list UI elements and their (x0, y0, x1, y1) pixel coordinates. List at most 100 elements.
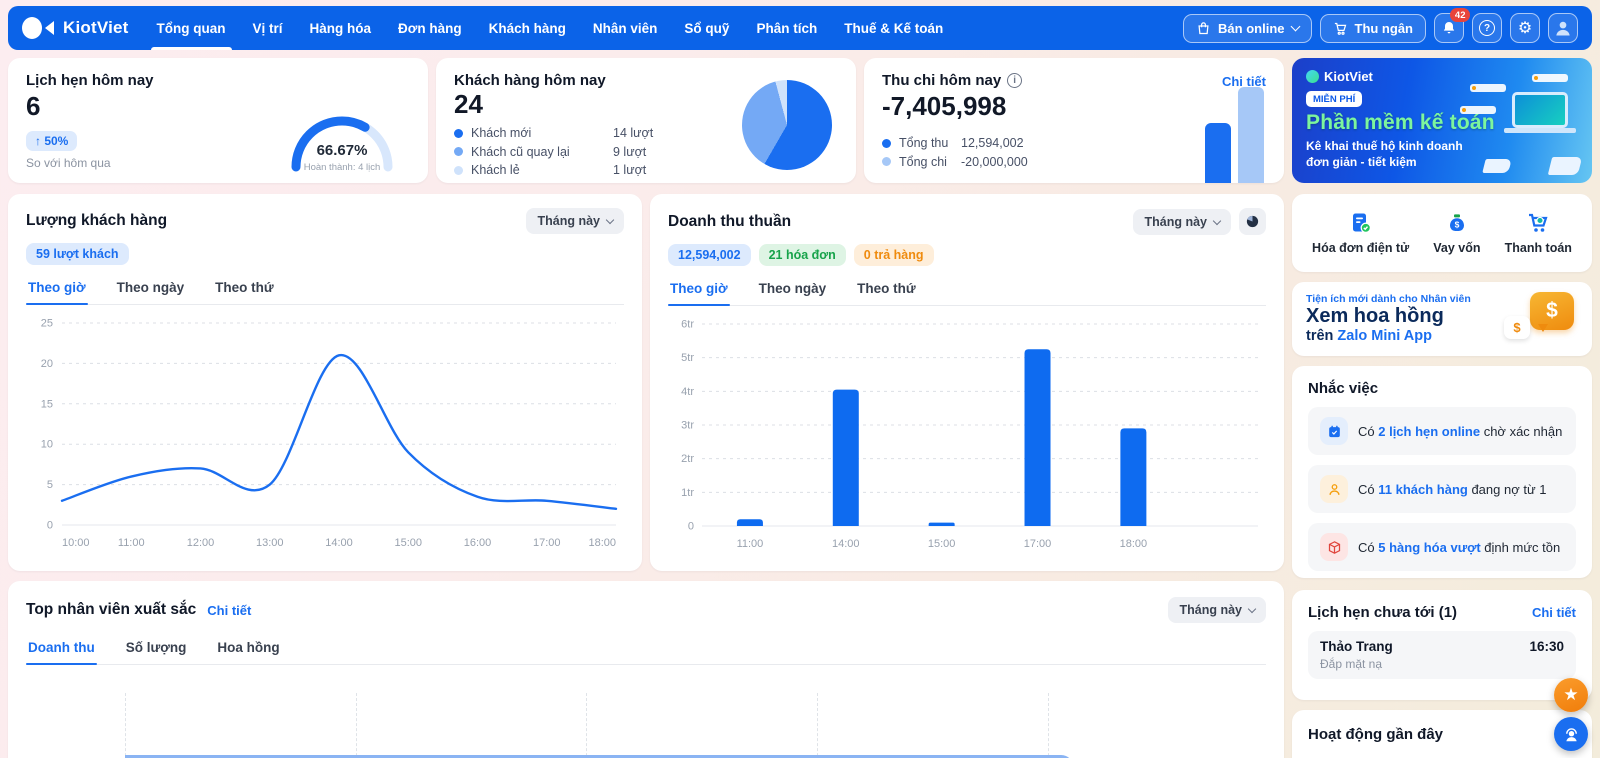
upcoming-detail-link[interactable]: Chi tiết (1532, 605, 1576, 620)
appointment-service: Đắp mặt nạ (1320, 657, 1383, 671)
pie-chart-icon (1246, 215, 1259, 228)
pie-view-toggle-button[interactable] (1239, 208, 1266, 235)
legend-value: 12,594,002 (961, 136, 1024, 150)
mini-bar (1205, 123, 1231, 183)
legend-label: Tổng thu (899, 136, 949, 150)
legend-dot (882, 138, 891, 148)
nav-item-hang-hoa[interactable]: Hàng hóa (310, 6, 372, 50)
notifications-button[interactable]: 42 (1434, 8, 1470, 43)
svg-text:3tr: 3tr (681, 420, 694, 432)
svg-text:18:00: 18:00 (588, 537, 616, 549)
cashflow-title: Thu chi hôm nay (882, 72, 1002, 89)
nav-item-khach-hang[interactable]: Khách hàng (489, 6, 566, 50)
calculator-illustration (1547, 157, 1583, 175)
reminder-text: đang nợ từ 1 (1467, 481, 1547, 497)
rewards-floating-button[interactable]: ★ (1554, 678, 1588, 712)
nav-item-tong-quan[interactable]: Tổng quan (150, 6, 232, 50)
nav-item-nhan-vien[interactable]: Nhân viên (593, 6, 658, 50)
nav-item-phan-tich[interactable]: Phân tích (756, 6, 817, 50)
svg-text:18:00: 18:00 (1120, 538, 1148, 550)
chevron-down-icon (1212, 216, 1222, 225)
svg-text:15:00: 15:00 (394, 537, 422, 549)
accounting-promo-banner[interactable]: KiotViet MIỄN PHÍ Phần mềm kế toán Kê kh… (1292, 58, 1592, 183)
reminder-customer-debt[interactable]: Có 11 khách hàng đang nợ từ 1 (1308, 465, 1576, 513)
reminder-link: 2 lịch hẹn online (1378, 423, 1481, 439)
support-agent-icon (1565, 727, 1577, 741)
cashflow-mini-bar-chart (1205, 83, 1264, 183)
appointments-title: Lịch hẹn hôm nay (26, 72, 154, 89)
money-bag-icon: $ (1449, 214, 1464, 231)
visitors-tabs: Theo giờ Theo ngày Theo thứ (26, 278, 624, 305)
ban-online-label: Bán online (1218, 20, 1285, 36)
svg-text:5tr: 5tr (681, 352, 694, 364)
thu-ngan-button[interactable]: Thu ngân (1319, 13, 1426, 43)
tab-hoa-hong[interactable]: Hoa hồng (215, 638, 281, 664)
revenue-amount-badge: 12,594,002 (668, 244, 751, 266)
visitors-period-dropdown[interactable]: Tháng này (526, 208, 624, 234)
main-nav: Tổng quan Vị trí Hàng hóa Đơn hàng Khách… (150, 6, 943, 50)
legend-dot (454, 147, 463, 156)
tab-so-luong[interactable]: Số lượng (124, 638, 189, 664)
revenue-period-dropdown[interactable]: Tháng này (1133, 208, 1231, 235)
tab-theo-ngay[interactable]: Theo ngày (115, 278, 187, 304)
gear-icon: ⚙ (1517, 20, 1533, 37)
account-button[interactable] (1548, 13, 1578, 43)
svg-text:14:00: 14:00 (325, 537, 353, 549)
top-staff-detail-link[interactable]: Chi tiết (207, 603, 251, 618)
reminder-stock-limit[interactable]: Có 5 hàng hóa vượt định mức tồn (1308, 523, 1576, 571)
reminders-card: Nhắc việc Có 2 lịch hẹn online chờ xác n… (1292, 366, 1592, 578)
kiotviet-mini-logo-icon (1306, 70, 1319, 83)
chevron-down-icon (1290, 21, 1300, 31)
settings-button[interactable]: ⚙ (1510, 13, 1540, 43)
legend-dot (454, 128, 463, 138)
appointment-item[interactable]: Thảo Trang 16:30 Đắp mặt nạ (1308, 631, 1576, 679)
top-staff-period-dropdown[interactable]: Tháng này (1168, 597, 1266, 623)
legend-label: Khách lẻ (471, 163, 520, 177)
tab-theo-gio[interactable]: Theo giờ (668, 279, 730, 306)
revenue-bar-chart: 0 1tr 2tr 3tr 4tr 5tr 6tr 11:00 14:00 15:00 17:00 1… (681, 319, 1258, 550)
header-actions: Bán online Thu ngân 42 ? ⚙ (1183, 8, 1578, 43)
nav-item-thue-ke-toan[interactable]: Thuế & Kế toán (844, 6, 943, 50)
svg-text:4tr: 4tr (681, 386, 694, 398)
chevron-down-icon (605, 215, 615, 225)
legend-dot (882, 157, 891, 166)
laptop-illustration (1504, 92, 1576, 133)
svg-text:12:00: 12:00 (187, 537, 215, 549)
revenue-chart-title: Doanh thu thuần (668, 212, 792, 230)
appointment-customer-name: Thảo Trang (1320, 639, 1393, 654)
tab-theo-gio[interactable]: Theo giờ (26, 278, 88, 305)
quick-link-e-invoice[interactable]: Hóa đơn điện tử (1312, 211, 1409, 255)
nav-item-don-hang[interactable]: Đơn hàng (398, 6, 462, 50)
reminder-online-appointments[interactable]: Có 2 lịch hẹn online chờ xác nhận (1308, 407, 1576, 455)
quick-links-card: Hóa đơn điện tử $ Vay vốn Thanh toán (1292, 194, 1592, 272)
reminder-link: 11 khách hàng (1378, 481, 1468, 497)
quick-link-loans[interactable]: $ Vay vốn (1433, 211, 1481, 255)
period-value: Tháng này (1179, 603, 1242, 617)
kiotviet-logo-icon (22, 17, 54, 39)
info-icon[interactable]: i (1007, 73, 1023, 88)
svg-text:14:00: 14:00 (832, 538, 860, 550)
box-icon (1320, 533, 1348, 561)
ban-online-button[interactable]: Bán online (1183, 13, 1312, 43)
dashboard-content: Lịch hẹn hôm nay 6 ↑ 50% So với hôm qua … (8, 58, 1284, 758)
top-staff-card: Top nhân viên xuất sắc Chi tiết Tháng nà… (8, 581, 1284, 758)
calendar-icon (1320, 417, 1348, 445)
svg-text:20: 20 (41, 358, 53, 370)
help-button[interactable]: ? (1472, 13, 1502, 43)
tab-theo-thu[interactable]: Theo thứ (855, 279, 918, 305)
tab-theo-thu[interactable]: Theo thứ (213, 278, 276, 304)
revenue-badges: 12,594,002 21 hóa đơn 0 trả hàng (668, 244, 1266, 266)
tab-doanh-thu[interactable]: Doanh thu (26, 638, 97, 665)
svg-text:0: 0 (47, 520, 53, 532)
banner-line1: Kê khai thuế hộ kinh doanh (1306, 139, 1463, 153)
tab-theo-ngay[interactable]: Theo ngày (757, 279, 829, 305)
nav-item-so-quy[interactable]: Sổ quỹ (684, 6, 729, 50)
quick-link-payments[interactable]: Thanh toán (1505, 211, 1572, 255)
support-floating-button[interactable] (1554, 717, 1588, 751)
brand-name: KiotViet (63, 18, 129, 37)
nav-item-vi-tri[interactable]: Vị trí (253, 6, 283, 50)
dollar-bubble-icon: $ (1530, 292, 1574, 332)
zalo-mini-app-banner[interactable]: Tiện ích mới dành cho Nhân viên Xem hoa … (1292, 282, 1592, 356)
thu-ngan-label: Thu ngân (1354, 20, 1414, 36)
completion-gauge-chart: 66.67% Hoàn thành: 4 lịch (291, 116, 393, 173)
